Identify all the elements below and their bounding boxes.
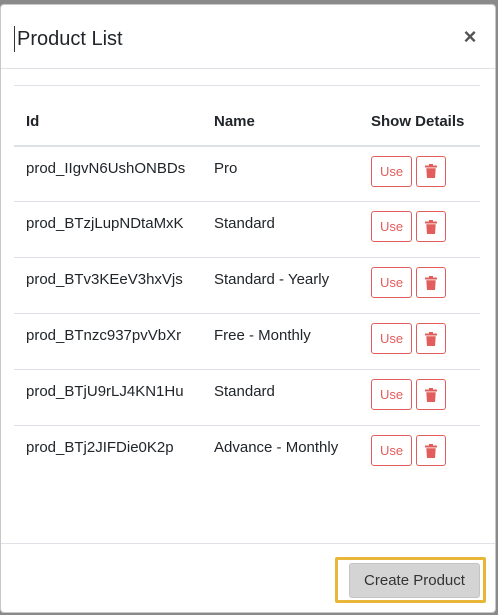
- use-button[interactable]: Use: [371, 435, 412, 466]
- product-id-cell: prod_BTnzc937pvVbXr: [14, 313, 202, 370]
- actions-cell: Use: [359, 201, 480, 258]
- use-button[interactable]: Use: [371, 155, 412, 187]
- modal-header: Product List ×: [1, 5, 495, 69]
- product-name-cell: Pro: [202, 145, 359, 202]
- trash-icon: [425, 387, 437, 402]
- close-button[interactable]: ×: [459, 25, 481, 49]
- use-button[interactable]: Use: [371, 211, 412, 242]
- row-actions: Use: [371, 155, 468, 187]
- column-header-id: Id: [14, 85, 202, 147]
- use-button[interactable]: Use: [371, 323, 412, 354]
- trash-icon: [425, 275, 437, 290]
- actions-cell: Use: [359, 145, 480, 202]
- column-header-show-details: Show Details: [359, 85, 480, 147]
- row-actions: Use: [371, 323, 468, 354]
- product-list-modal: Product List × Id Name Show Details prod…: [0, 4, 496, 613]
- delete-button[interactable]: [416, 323, 446, 354]
- use-button[interactable]: Use: [371, 379, 412, 410]
- modal-body: Id Name Show Details prod_IIgvN6UshONBDs…: [14, 85, 481, 490]
- row-actions: Use: [371, 211, 468, 242]
- product-name-cell: Free - Monthly: [202, 313, 359, 370]
- create-product-button[interactable]: Create Product: [349, 563, 480, 598]
- product-id-cell: prod_IIgvN6UshONBDs: [14, 145, 202, 202]
- delete-button[interactable]: [416, 379, 446, 410]
- trash-icon: [425, 219, 437, 234]
- table-row: prod_BTnzc937pvVbXr Free - Monthly Use: [14, 313, 480, 370]
- delete-button[interactable]: [416, 267, 446, 298]
- product-name-cell: Standard: [202, 369, 359, 426]
- row-actions: Use: [371, 267, 468, 298]
- actions-cell: Use: [359, 257, 480, 314]
- product-table: Id Name Show Details prod_IIgvN6UshONBDs…: [14, 85, 480, 490]
- use-button[interactable]: Use: [371, 267, 412, 298]
- table-row: prod_BTjU9rLJ4KN1Hu Standard Use: [14, 369, 480, 426]
- trash-icon: [425, 331, 437, 346]
- product-id-cell: prod_BTj2JIFDie0K2p: [14, 425, 202, 490]
- actions-cell: Use: [359, 425, 480, 490]
- trash-icon: [425, 443, 437, 458]
- product-name-cell: Standard: [202, 201, 359, 258]
- product-table-body: prod_IIgvN6UshONBDs Pro Use prod_BTzjLup…: [14, 145, 480, 490]
- table-row: prod_BTj2JIFDie0K2p Advance - Monthly Us…: [14, 425, 480, 490]
- column-header-name: Name: [202, 85, 359, 147]
- actions-cell: Use: [359, 313, 480, 370]
- row-actions: Use: [371, 379, 468, 410]
- delete-button[interactable]: [416, 435, 446, 466]
- modal-title: Product List: [14, 26, 123, 52]
- table-row: prod_IIgvN6UshONBDs Pro Use: [14, 145, 480, 202]
- product-name-cell: Advance - Monthly: [202, 425, 359, 490]
- product-id-cell: prod_BTjU9rLJ4KN1Hu: [14, 369, 202, 426]
- delete-button[interactable]: [416, 211, 446, 242]
- delete-button[interactable]: [416, 155, 446, 187]
- product-name-cell: Standard - Yearly: [202, 257, 359, 314]
- row-actions: Use: [371, 435, 468, 466]
- product-id-cell: prod_BTv3KEeV3hxVjs: [14, 257, 202, 314]
- trash-icon: [425, 164, 437, 178]
- product-id-cell: prod_BTzjLupNDtaMxK: [14, 201, 202, 258]
- table-row: prod_BTzjLupNDtaMxK Standard Use: [14, 201, 480, 258]
- actions-cell: Use: [359, 369, 480, 426]
- table-row: prod_BTv3KEeV3hxVjs Standard - Yearly Us…: [14, 257, 480, 314]
- modal-footer: Create Product: [1, 543, 495, 613]
